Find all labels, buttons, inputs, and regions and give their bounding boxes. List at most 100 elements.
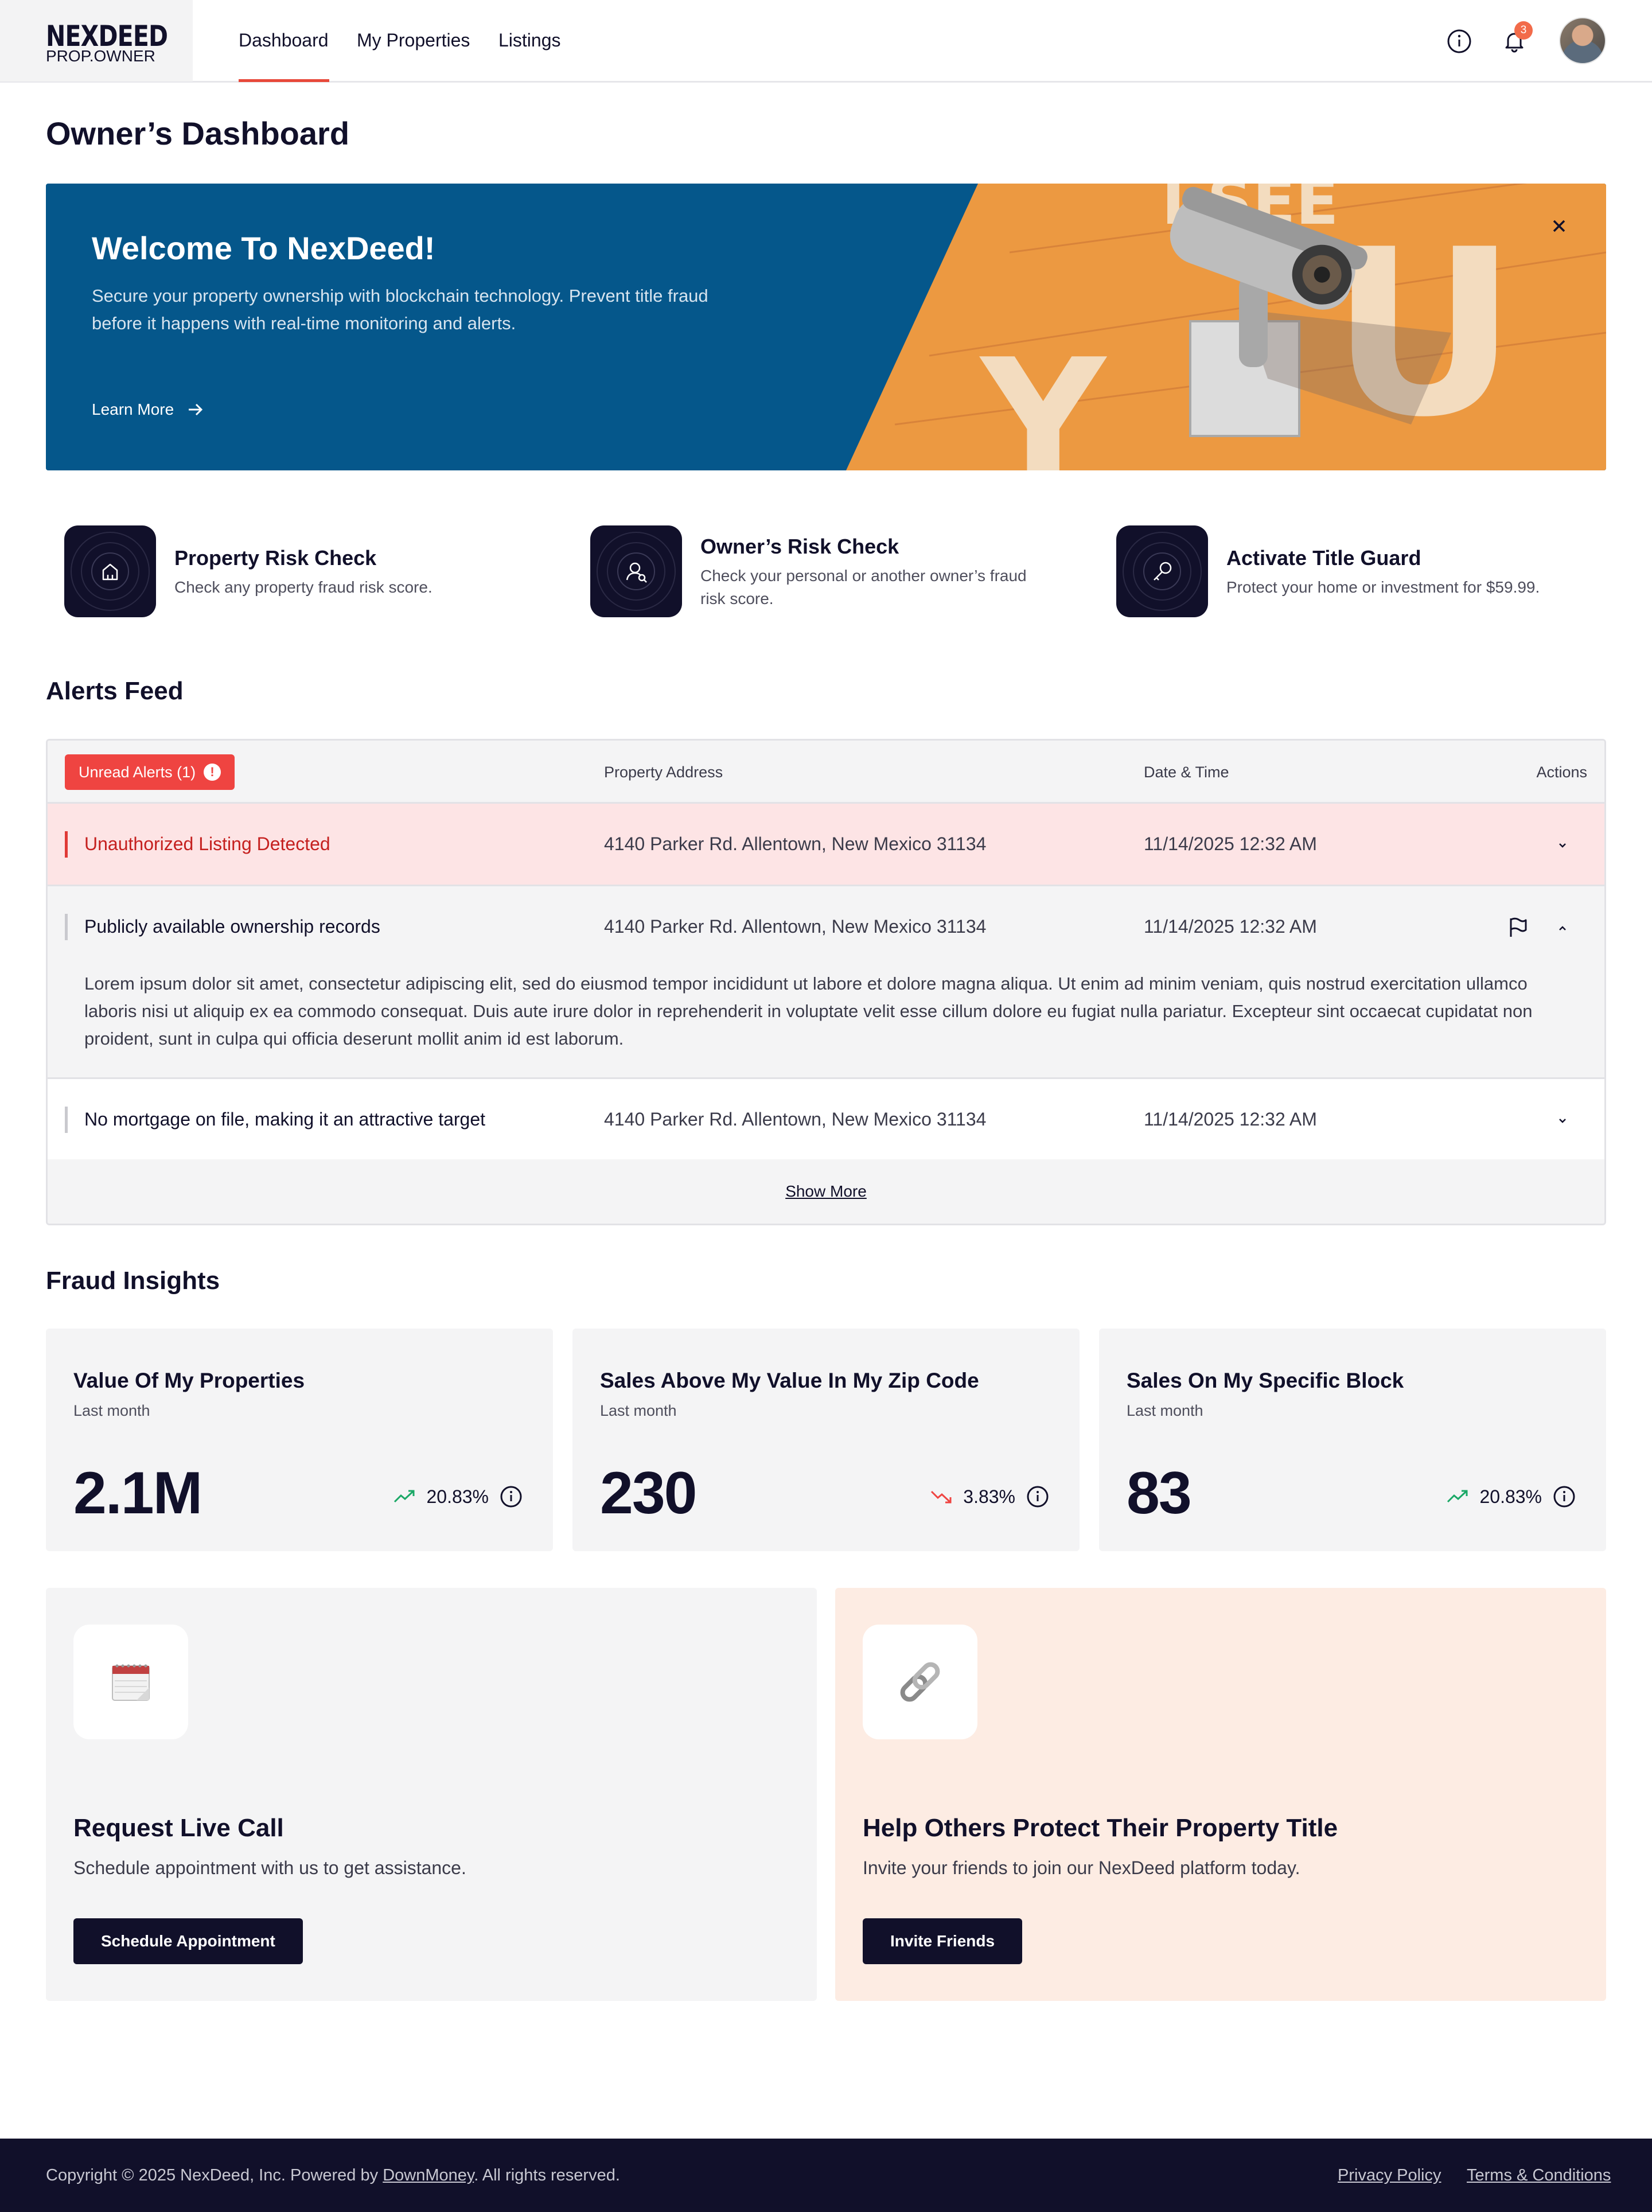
cta-icon-box [73,1625,188,1739]
arrow-right-icon [189,403,203,416]
stat-card-property-value: Value Of My Properties Last month 2.1M 2… [46,1329,553,1551]
stat-title: Sales Above My Value In My Zip Code [600,1369,979,1392]
downmoney-link[interactable]: DownMoney [383,2166,474,2184]
user-search-icon [597,532,676,611]
stat-card-block-sales: Sales On My Specific Block Last month 83… [1099,1329,1606,1551]
fraud-insights-title: Fraud Insights [46,1267,220,1295]
stat-period: Last month [1127,1402,1203,1419]
cta-title: Help Others Protect Their Property Title [863,1814,1338,1842]
invite-friends-card: Help Others Protect Their Property Title… [835,1588,1606,2001]
welcome-banner: Y U I SEE Welcome To NexDeed! Secure you… [46,184,1606,470]
qa-icon-box [590,525,682,617]
stat-value: 2.1M [73,1460,202,1526]
copyright-text: Copyright © 2025 NexDeed, Inc. Powered b… [46,2166,620,2185]
alerts-feed-title: Alerts Feed [46,677,184,705]
show-more-bar: Show More [48,1159,1604,1224]
avatar[interactable] [1559,17,1606,64]
alert-address: 4140 Parker Rd. Allentown, New Mexico 31… [604,1109,987,1130]
chevron-down-icon[interactable] [1554,1112,1571,1130]
unread-alerts-filter[interactable]: Unread Alerts (1) ! [65,754,235,790]
alert-exclamation-icon: ! [204,764,221,781]
info-icon[interactable] [499,1485,523,1509]
column-header-address: Property Address [604,764,723,781]
key-icon [1123,532,1202,611]
alert-row-unread[interactable]: Unauthorized Listing Detected 4140 Parke… [48,804,1604,886]
info-icon[interactable] [1552,1485,1576,1509]
top-header: NEXDEED PROP.OWNER Dashboard My Properti… [0,0,1652,83]
banner-text: Secure your property ownership with bloc… [92,286,708,333]
chevron-up-icon[interactable] [1554,920,1571,937]
qa-description: Check any property fraud risk score. [174,578,433,596]
banner-letter-y: Y [978,322,1107,470]
info-icon[interactable] [1026,1485,1050,1509]
stat-change-value: 20.83% [426,1486,489,1507]
trend-up-icon [394,1490,415,1503]
chevron-down-icon[interactable] [1554,837,1571,854]
cta-description: Invite your friends to join our NexDeed … [863,1857,1300,1878]
qa-icon-box [1116,525,1208,617]
calendar-icon [112,1664,150,1701]
column-header-date: Date & Time [1144,764,1229,781]
stat-period: Last month [600,1402,677,1419]
qa-title: Activate Title Guard [1226,546,1421,570]
row-status-bar [65,914,68,940]
stat-period: Last month [73,1402,150,1419]
alert-date: 11/14/2025 12:32 AM [1144,916,1317,937]
learn-more-link[interactable]: Learn More [92,400,204,419]
row-status-bar [65,831,68,858]
cta-description: Schedule appointment with us to get assi… [73,1857,466,1878]
owners-risk-check-card[interactable]: Owner’s Risk Check Check your personal o… [590,525,1038,617]
show-more-link[interactable]: Show More [785,1182,867,1201]
alerts-table-header: Unread Alerts (1) ! Property Address Dat… [48,741,1604,804]
stat-title: Value Of My Properties [73,1369,305,1392]
stat-change-value: 3.83% [963,1486,1015,1507]
stat-card-zip-sales: Sales Above My Value In My Zip Code Last… [572,1329,1080,1551]
alert-row[interactable]: No mortgage on file, making it an attrac… [48,1079,1604,1162]
stat-value: 83 [1127,1460,1192,1526]
unread-alerts-label: Unread Alerts (1) [79,763,196,781]
invite-friends-button[interactable]: Invite Friends [863,1918,1023,1964]
footer: Copyright © 2025 NexDeed, Inc. Powered b… [0,2139,1652,2212]
flag-icon[interactable] [1505,915,1530,940]
banner-title: Welcome To NexDeed! [92,230,435,266]
trend-up-icon [1447,1490,1468,1503]
alert-address: 4140 Parker Rd. Allentown, New Mexico 31… [604,916,987,937]
learn-more-label: Learn More [92,400,174,418]
terms-conditions-link[interactable]: Terms & Conditions [1467,2166,1611,2185]
home-icon [71,532,150,611]
property-risk-check-card[interactable]: Property Risk Check Check any property f… [64,525,512,617]
notification-badge: 3 [1514,21,1533,40]
qa-title: Owner’s Risk Check [700,535,899,558]
stat-change: 20.83% [393,1485,523,1509]
row-status-bar [65,1107,68,1133]
alert-title: Unauthorized Listing Detected [84,834,330,854]
link-icon [900,1662,940,1702]
privacy-policy-link[interactable]: Privacy Policy [1338,2166,1441,2185]
qa-description: Check your personal or another owner’s f… [700,567,1027,607]
cta-title: Request Live Call [73,1814,284,1842]
alerts-table: Unread Alerts (1) ! Property Address Dat… [46,739,1606,1225]
info-icon[interactable] [1443,25,1475,57]
qa-description: Protect your home or investment for $59.… [1226,578,1540,596]
page-title: Owner’s Dashboard [46,115,350,151]
copyright-prefix: Copyright © 2025 NexDeed, Inc. Powered b… [46,2166,383,2184]
alert-title: Publicly available ownership records [84,916,380,937]
alert-address: 4140 Parker Rd. Allentown, New Mexico 31… [604,834,987,854]
stat-value: 230 [600,1460,698,1526]
nav-my-properties[interactable]: My Properties [357,30,470,51]
alert-title: No mortgage on file, making it an attrac… [84,1109,486,1130]
nav-dashboard[interactable]: Dashboard [239,30,329,51]
activate-title-guard-card[interactable]: Activate Title Guard Protect your home o… [1116,525,1587,617]
schedule-appointment-button[interactable]: Schedule Appointment [73,1918,303,1964]
request-live-call-card: Request Live Call Schedule appointment w… [46,1588,817,2001]
logo[interactable]: NEXDEED PROP.OWNER [0,0,193,81]
close-icon[interactable] [1546,213,1572,239]
alert-row-expanded[interactable]: Publicly available ownership records 414… [48,886,1604,1079]
cta-icon-box [863,1625,977,1739]
nav-listings[interactable]: Listings [498,30,561,51]
logo-subtitle: PROP.OWNER [46,47,155,65]
trend-down-icon [931,1490,952,1504]
stat-title: Sales On My Specific Block [1127,1369,1404,1392]
nav-active-indicator [239,79,329,82]
alert-date: 11/14/2025 12:32 AM [1144,834,1317,854]
